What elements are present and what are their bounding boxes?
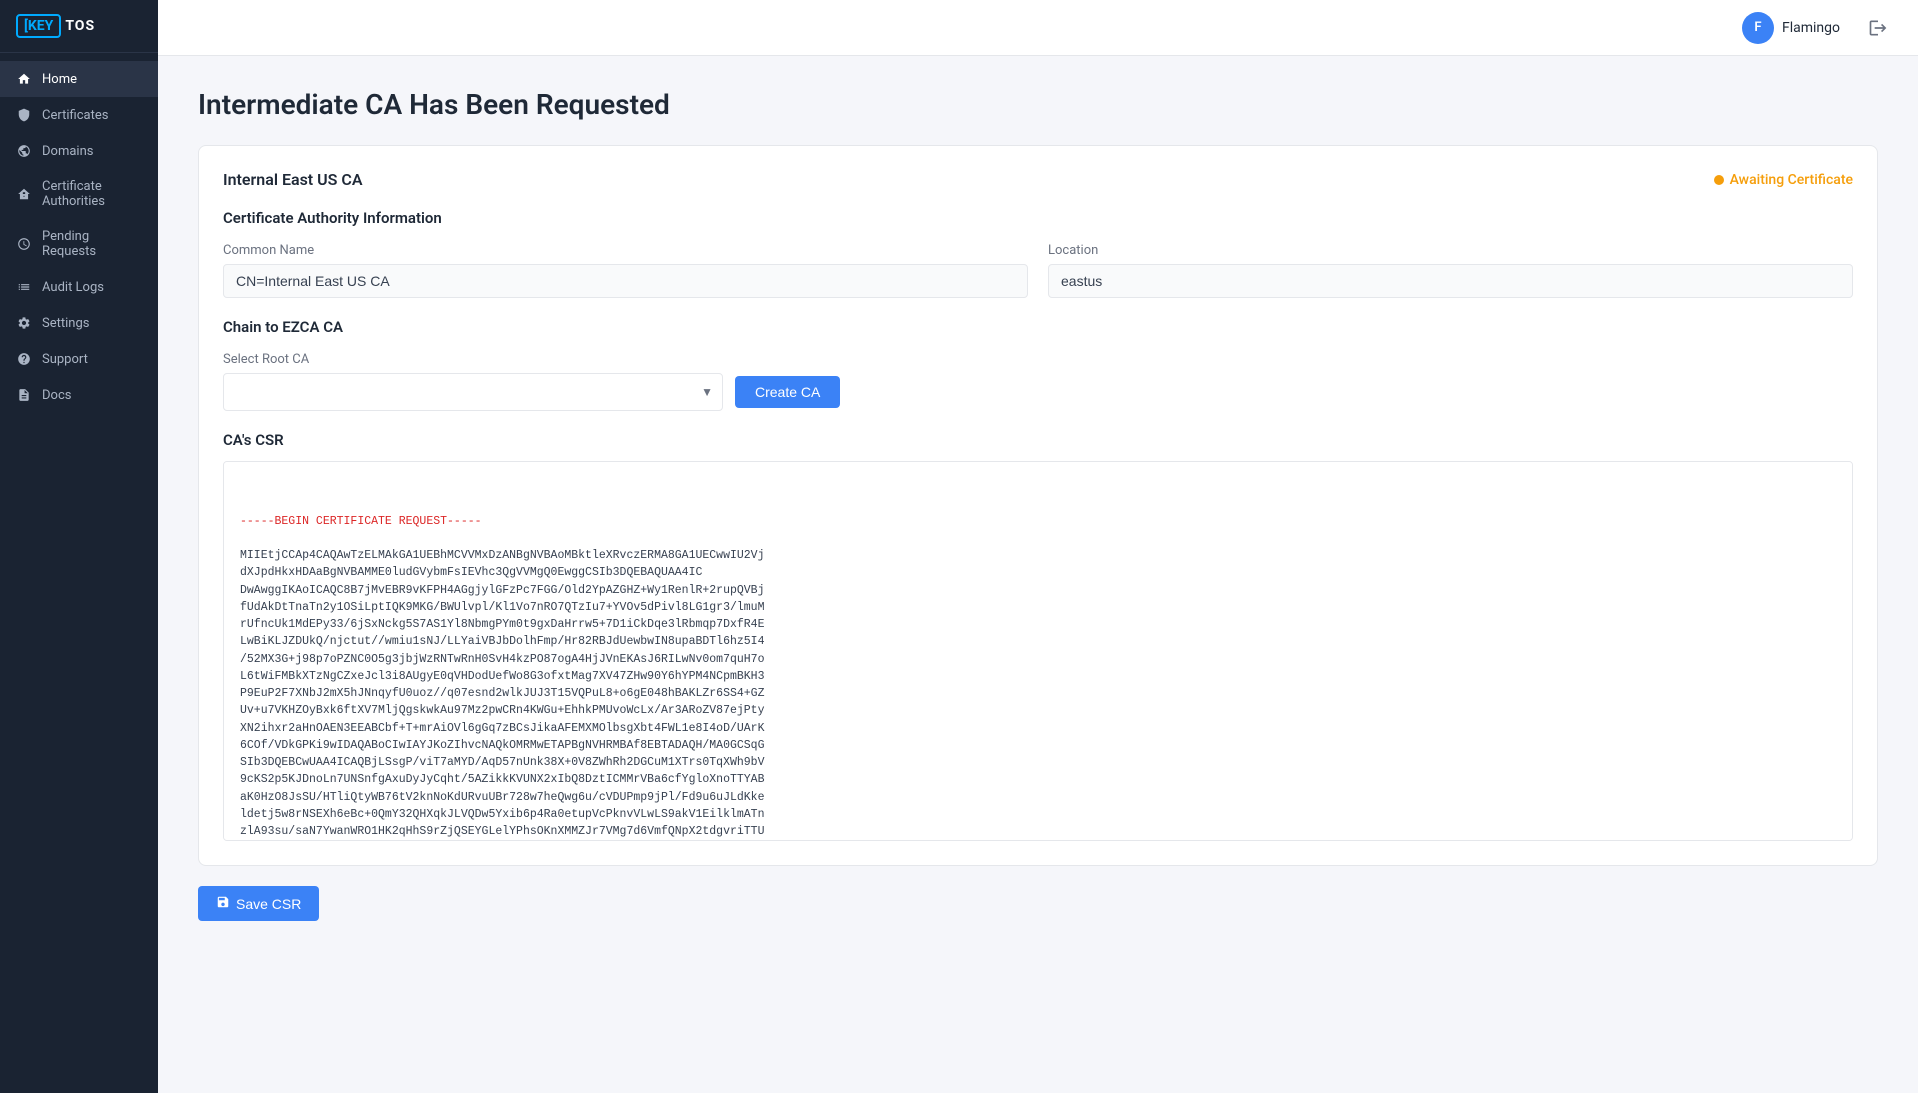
- csr-body: MIIEtjCCAp4CAQAwTzELMAkGA1UEBhMCVVMxDzAN…: [240, 547, 1836, 841]
- save-csr-button[interactable]: Save CSR: [198, 886, 319, 921]
- user-badge[interactable]: F Flamingo: [1732, 6, 1850, 50]
- logout-button[interactable]: [1862, 12, 1894, 44]
- location-label: Location: [1048, 243, 1853, 258]
- common-name-group: Common Name: [223, 243, 1028, 298]
- csr-content-box: -----BEGIN CERTIFICATE REQUEST----- MIIE…: [223, 461, 1853, 841]
- shield-icon: [16, 107, 32, 123]
- sidebar-item-docs[interactable]: Docs: [0, 377, 158, 413]
- building-icon: [16, 186, 32, 202]
- save-csr-label: Save CSR: [236, 896, 301, 912]
- clock-icon: [16, 236, 32, 252]
- doc-icon: [16, 387, 32, 403]
- sidebar-item-pending-requests[interactable]: Pending Requests: [0, 219, 158, 269]
- sidebar-item-ca-label: Certificate Authorities: [42, 179, 142, 209]
- status-label: Awaiting Certificate: [1730, 172, 1853, 188]
- card-title: Internal East US CA: [223, 170, 363, 189]
- chain-title: Chain to EZCA CA: [223, 318, 1853, 336]
- logo-bracket: [KEY: [16, 14, 61, 38]
- sidebar-item-support[interactable]: Support: [0, 341, 158, 377]
- csr-title: CA's CSR: [223, 431, 1853, 449]
- sidebar-item-certificates-label: Certificates: [42, 108, 108, 123]
- csr-header: -----BEGIN CERTIFICATE REQUEST-----: [240, 513, 1836, 530]
- sidebar-item-home-label: Home: [42, 72, 77, 87]
- sidebar-item-certificate-authorities[interactable]: Certificate Authorities: [0, 169, 158, 219]
- sidebar-nav: Home Certificates Domains Certificate Au…: [0, 53, 158, 1093]
- root-ca-select-wrapper: ▼: [223, 373, 723, 411]
- common-name-label: Common Name: [223, 243, 1028, 258]
- globe-icon: [16, 143, 32, 159]
- main: F Flamingo Intermediate CA Has Been Requ…: [158, 0, 1918, 1093]
- home-icon: [16, 71, 32, 87]
- avatar: F: [1742, 12, 1774, 44]
- ca-info-section: Certificate Authority Information Common…: [223, 209, 1853, 298]
- user-name: Flamingo: [1782, 20, 1840, 36]
- sidebar-item-domains[interactable]: Domains: [0, 133, 158, 169]
- status-badge: Awaiting Certificate: [1714, 172, 1853, 188]
- select-root-ca-label: Select Root CA: [223, 352, 1853, 367]
- sidebar-item-home[interactable]: Home: [0, 61, 158, 97]
- topbar: F Flamingo: [158, 0, 1918, 56]
- create-ca-button[interactable]: Create CA: [735, 376, 840, 408]
- sidebar-item-settings-label: Settings: [42, 316, 89, 331]
- card-header: Internal East US CA Awaiting Certificate: [223, 170, 1853, 189]
- location-input[interactable]: [1048, 264, 1853, 298]
- sidebar-item-settings[interactable]: Settings: [0, 305, 158, 341]
- gear-icon: [16, 315, 32, 331]
- content: Intermediate CA Has Been Requested Inter…: [158, 56, 1918, 1093]
- sidebar-item-audit-label: Audit Logs: [42, 280, 104, 295]
- help-icon: [16, 351, 32, 367]
- list-icon: [16, 279, 32, 295]
- save-icon: [216, 895, 230, 912]
- main-card: Internal East US CA Awaiting Certificate…: [198, 145, 1878, 866]
- chain-row: ▼ Create CA: [223, 373, 1853, 411]
- sidebar-item-domains-label: Domains: [42, 144, 93, 159]
- page-title: Intermediate CA Has Been Requested: [198, 88, 1878, 121]
- ca-info-form-row: Common Name Location: [223, 243, 1853, 298]
- csr-section: CA's CSR -----BEGIN CERTIFICATE REQUEST-…: [223, 431, 1853, 841]
- logo-text: TOS: [65, 18, 95, 34]
- logo: [KEY TOS: [0, 0, 158, 53]
- location-group: Location: [1048, 243, 1853, 298]
- sidebar-item-certificates[interactable]: Certificates: [0, 97, 158, 133]
- sidebar-item-support-label: Support: [42, 352, 88, 367]
- common-name-input[interactable]: [223, 264, 1028, 298]
- sidebar: [KEY TOS Home Certificates Domains: [0, 0, 158, 1093]
- ca-info-title: Certificate Authority Information: [223, 209, 1853, 227]
- status-dot: [1714, 175, 1724, 185]
- sidebar-item-audit-logs[interactable]: Audit Logs: [0, 269, 158, 305]
- sidebar-item-pending-label: Pending Requests: [42, 229, 142, 259]
- sidebar-item-docs-label: Docs: [42, 388, 71, 403]
- root-ca-select[interactable]: [223, 373, 723, 411]
- chain-section: Chain to EZCA CA Select Root CA ▼ Create…: [223, 318, 1853, 411]
